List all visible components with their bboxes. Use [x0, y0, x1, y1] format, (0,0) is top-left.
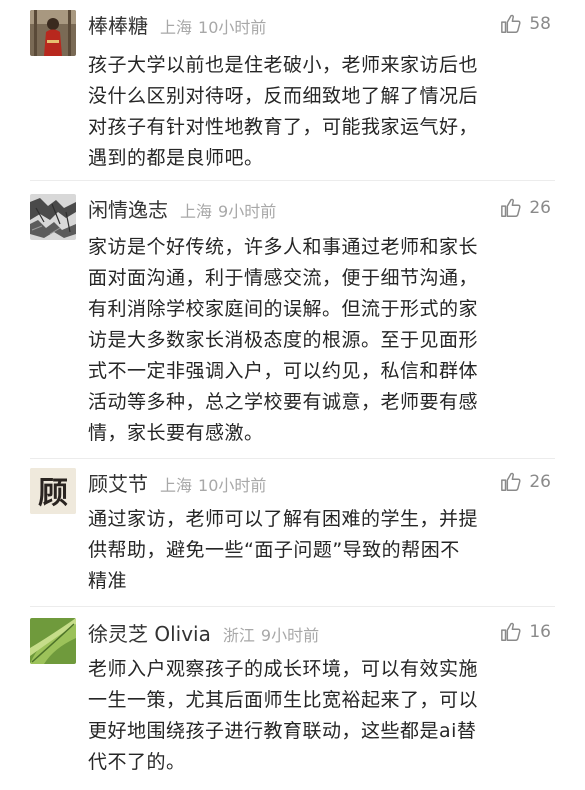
like-button[interactable]: 16 — [500, 619, 551, 645]
like-count: 16 — [529, 622, 551, 642]
thumbs-up-icon — [501, 622, 521, 641]
location: 浙江 — [222, 626, 255, 645]
location: 上海 — [180, 202, 213, 221]
like-count: 58 — [529, 14, 551, 34]
comment-line: 有利消除学校家庭间的误解。但流于形式的家 — [88, 298, 479, 320]
comment-line: 对孩子有针对性地教育了，可能我家运气好， — [88, 116, 479, 138]
comment-text: 老师入户观察孩子的成长环境，可以有效实施 一生一策，尤其后面师生比宽裕起来了，可… — [88, 654, 533, 778]
comment-line: 更好地围绕孩子进行教育联动，这些都是ai替 — [88, 720, 477, 742]
timestamp: 9小时前 — [260, 626, 320, 645]
comment-line: 供帮助，避免一些“面子问题”导致的帮困不 — [88, 539, 460, 561]
thumbs-up-icon — [501, 198, 521, 217]
like-button[interactable]: 58 — [500, 11, 551, 37]
timestamp: 10小时前 — [198, 476, 267, 495]
username[interactable]: 顾艾节 — [88, 468, 148, 497]
username[interactable]: 棒棒糖 — [88, 10, 148, 39]
avatar[interactable] — [30, 194, 76, 240]
comment-line: 通过家访，老师可以了解有困难的学生，并提 — [88, 508, 479, 530]
comment-line: 孩子大学以前也是住老破小，老师来家访后也 — [88, 54, 479, 76]
avatar[interactable] — [30, 10, 76, 56]
username[interactable]: 徐灵芝 Olivia — [88, 618, 211, 647]
comment-line: 情，家长要有感激。 — [88, 422, 264, 444]
comment-line: 活动等多种，总之学校要有诚意，老师要有感 — [88, 391, 479, 413]
comment-line: 遇到的都是良师吧。 — [88, 147, 264, 169]
comment-line: 代不了的。 — [88, 751, 186, 773]
timestamp: 9小时前 — [218, 202, 277, 221]
avatar[interactable]: 顾 — [30, 468, 76, 514]
comment-line: 一生一策，尤其后面师生比宽裕起来了，可以 — [88, 689, 479, 711]
timestamp: 10小时前 — [198, 18, 267, 37]
like-count: 26 — [529, 472, 551, 492]
avatar[interactable] — [30, 618, 76, 664]
divider — [30, 180, 555, 181]
comment-line: 精准 — [88, 570, 128, 592]
comment-line: 没什么区别对待呀，反而细致地了解了情况后 — [88, 85, 479, 107]
divider — [30, 606, 555, 607]
comment-line: 访是大多数家长消极态度的根源。至于见面形 — [88, 329, 479, 351]
comment-line: 面对面沟通，利于情感交流，便于细节沟通， — [88, 267, 479, 289]
comment-header: 闲情逸志 上海 9小时前 — [88, 194, 276, 222]
like-button[interactable]: 26 — [500, 195, 551, 221]
location: 上海 — [160, 18, 193, 37]
comment-line: 家访是个好传统，许多人和事通过老师和家长 — [88, 236, 479, 258]
divider — [30, 458, 555, 459]
comment-line: 老师入户观察孩子的成长环境，可以有效实施 — [88, 658, 479, 680]
location: 上海 — [160, 476, 193, 495]
comment-text: 家访是个好传统，许多人和事通过老师和家长 面对面沟通，利于情感交流，便于细节沟通… — [88, 232, 533, 449]
thumbs-up-icon — [501, 14, 521, 33]
comment-line: 式不一定非强调入户，可以约见，私信和群体 — [88, 360, 479, 382]
comment-text: 孩子大学以前也是住老破小，老师来家访后也 没什么区别对待呀，反而细致地了解了情况… — [88, 50, 533, 174]
like-button[interactable]: 26 — [500, 469, 551, 495]
comment-header: 徐灵芝 Olivia 浙江 9小时前 — [88, 618, 319, 646]
like-count: 26 — [529, 198, 551, 218]
comment-text: 通过家访，老师可以了解有困难的学生，并提 供帮助，避免一些“面子问题”导致的帮困… — [88, 504, 533, 597]
thumbs-up-icon — [501, 472, 521, 491]
avatar-calligraphy: 顾 — [38, 476, 68, 511]
comment-header: 顾艾节 上海 10小时前 — [88, 468, 266, 496]
username[interactable]: 闲情逸志 — [88, 194, 168, 223]
comment-header: 棒棒糖 上海 10小时前 — [88, 10, 266, 38]
